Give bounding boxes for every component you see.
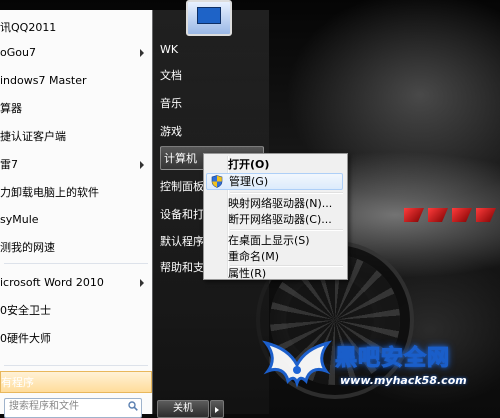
context-menu-divider [230, 229, 343, 231]
context-menu-disconnect-network-drive[interactable]: 断开网络驱动器(C)... [206, 211, 343, 228]
program-item-calculator[interactable]: 算器 [0, 97, 152, 121]
program-label: 力卸载电脑上的软件 [0, 186, 99, 199]
user-picture-icon[interactable] [186, 0, 232, 36]
program-label: 测我的网速 [0, 241, 55, 254]
submenu-arrow-icon [140, 279, 144, 287]
search-icon [128, 401, 138, 411]
all-programs-label: 有程序 [1, 376, 34, 389]
menu-divider [4, 365, 148, 366]
submenu-arrow-icon [140, 49, 144, 57]
context-menu-divider [230, 192, 343, 194]
program-item-easymule[interactable]: syMule [0, 208, 152, 232]
program-label: 讯QQ2011 [0, 21, 57, 34]
program-item-speed-test[interactable]: 测我的网速 [0, 236, 152, 260]
program-label: 雷7 [0, 158, 18, 171]
program-label: icrosoft Word 2010 [0, 276, 104, 289]
uac-shield-icon [211, 175, 223, 188]
right-item-games[interactable]: 游戏 [160, 120, 264, 144]
context-menu-label: 重命名(M) [228, 250, 280, 263]
context-menu-label: 映射网络驱动器(N)... [228, 197, 333, 210]
program-label: syMule [0, 213, 39, 226]
program-item-sogou[interactable]: oGou7 [0, 41, 152, 65]
program-label: oGou7 [0, 46, 36, 59]
computer-context-menu: 打开(O) 管理(G) 映射网络驱动器(N)... 断开网络驱动器(C)... … [203, 153, 348, 280]
context-menu-label: 断开网络驱动器(C)... [228, 213, 332, 226]
program-label: indows7 Master [0, 74, 87, 87]
shutdown-button[interactable]: 关机 [157, 400, 209, 418]
start-menu-programs-panel: 讯QQ2011 oGou7 indows7 Master 算器 捷认证客户端 雷… [0, 10, 153, 414]
context-menu-label: 在桌面上显示(S) [228, 234, 310, 247]
shutdown-options-arrow-icon[interactable] [210, 400, 224, 418]
program-item-word-2010[interactable]: icrosoft Word 2010 [0, 271, 152, 295]
program-label: 捷认证客户端 [0, 130, 66, 143]
context-menu-label: 属性(R) [228, 267, 267, 280]
menu-divider [4, 263, 148, 264]
all-programs-button[interactable]: 有程序 [0, 371, 152, 393]
watermark-title: 黑吧安全网 [334, 346, 451, 372]
program-item-qq[interactable]: 讯QQ2011 [0, 16, 152, 40]
right-item-user-folder[interactable]: WK [160, 38, 264, 62]
context-menu-map-network-drive[interactable]: 映射网络驱动器(N)... [206, 195, 343, 212]
wallpaper-car-taillights [400, 200, 500, 230]
program-item-360-safe[interactable]: 0安全卫士 [0, 299, 152, 323]
program-item-thunder[interactable]: 雷7 [0, 153, 152, 177]
context-menu-open[interactable]: 打开(O) [206, 156, 343, 173]
watermark-url: www.myhack58.com [340, 374, 467, 387]
program-item-360-hardware[interactable]: 0硬件大师 [0, 327, 152, 351]
program-label: 0硬件大师 [0, 332, 51, 345]
context-menu-label: 管理(G) [229, 175, 269, 188]
context-menu-properties[interactable]: 属性(R) [206, 265, 343, 282]
right-item-documents[interactable]: 文档 [160, 64, 264, 88]
context-menu-show-on-desktop[interactable]: 在桌面上显示(S) [206, 232, 343, 249]
context-menu-rename[interactable]: 重命名(M) [206, 248, 343, 265]
program-item-uninstaller[interactable]: 力卸载电脑上的软件 [0, 181, 152, 205]
submenu-arrow-icon [140, 161, 144, 169]
program-item-auth-client[interactable]: 捷认证客户端 [0, 125, 152, 149]
context-menu-manage[interactable]: 管理(G) [206, 173, 343, 190]
right-item-music[interactable]: 音乐 [160, 92, 264, 116]
search-input[interactable]: 搜索程序和文件 [4, 398, 142, 418]
search-placeholder: 搜索程序和文件 [9, 401, 79, 412]
program-label: 算器 [0, 102, 22, 115]
watermark-bat-logo-icon [262, 340, 332, 388]
context-menu-label: 打开(O) [228, 158, 270, 171]
program-item-windows7-master[interactable]: indows7 Master [0, 69, 152, 93]
program-label: 0安全卫士 [0, 304, 51, 317]
